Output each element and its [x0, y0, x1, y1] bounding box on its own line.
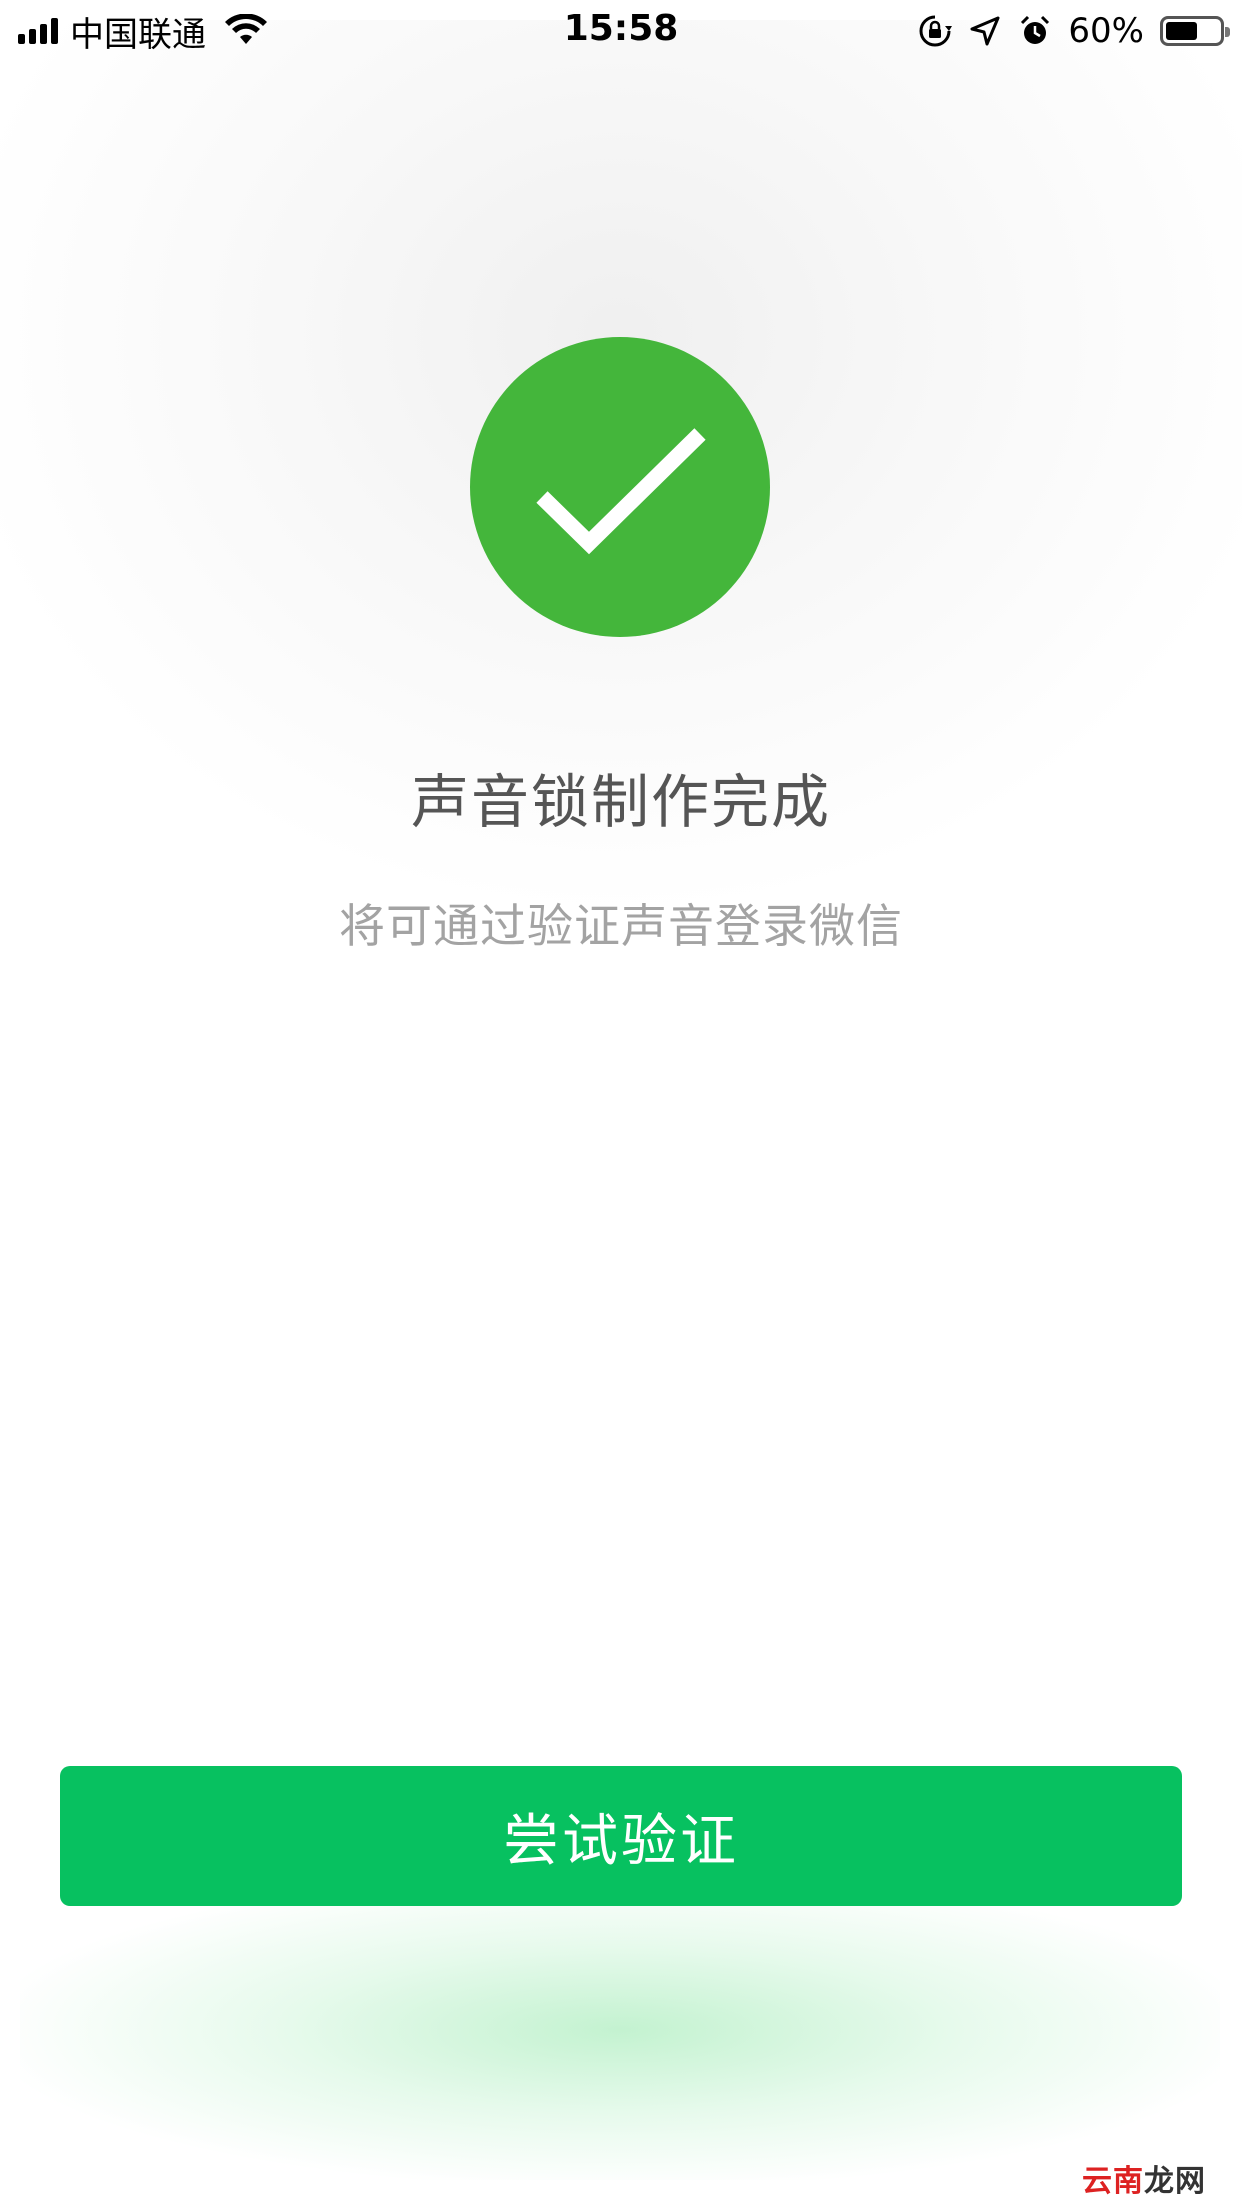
background-glow-bottom: [20, 1880, 1220, 2180]
battery-percent: 60%: [1068, 11, 1144, 51]
result-subtitle: 将可通过验证声音登录微信: [339, 899, 903, 953]
battery-level-fill: [1166, 22, 1197, 40]
watermark-part1: 云南: [1082, 2164, 1144, 2199]
location-icon: [970, 16, 1000, 46]
try-verify-button[interactable]: 尝试验证: [60, 1766, 1182, 1906]
result-title: 声音锁制作完成: [410, 768, 831, 836]
status-bar-right: 60%: [918, 10, 1230, 52]
success-badge: [470, 337, 770, 637]
rotation-lock-icon: [919, 15, 953, 47]
checkmark-icon: [536, 428, 706, 555]
page: 中国联通 15:58 60% 声音锁制作完成 将可通过验证声音登录微信 尝试验证…: [0, 0, 1242, 2208]
watermark-part2: 龙网: [1144, 2164, 1206, 2199]
watermark: 云南龙网: [1082, 2156, 1206, 2200]
alarm-icon: [1021, 15, 1050, 44]
battery-icon: [1160, 16, 1230, 46]
status-bar: 中国联通 15:58 60%: [0, 0, 1242, 62]
